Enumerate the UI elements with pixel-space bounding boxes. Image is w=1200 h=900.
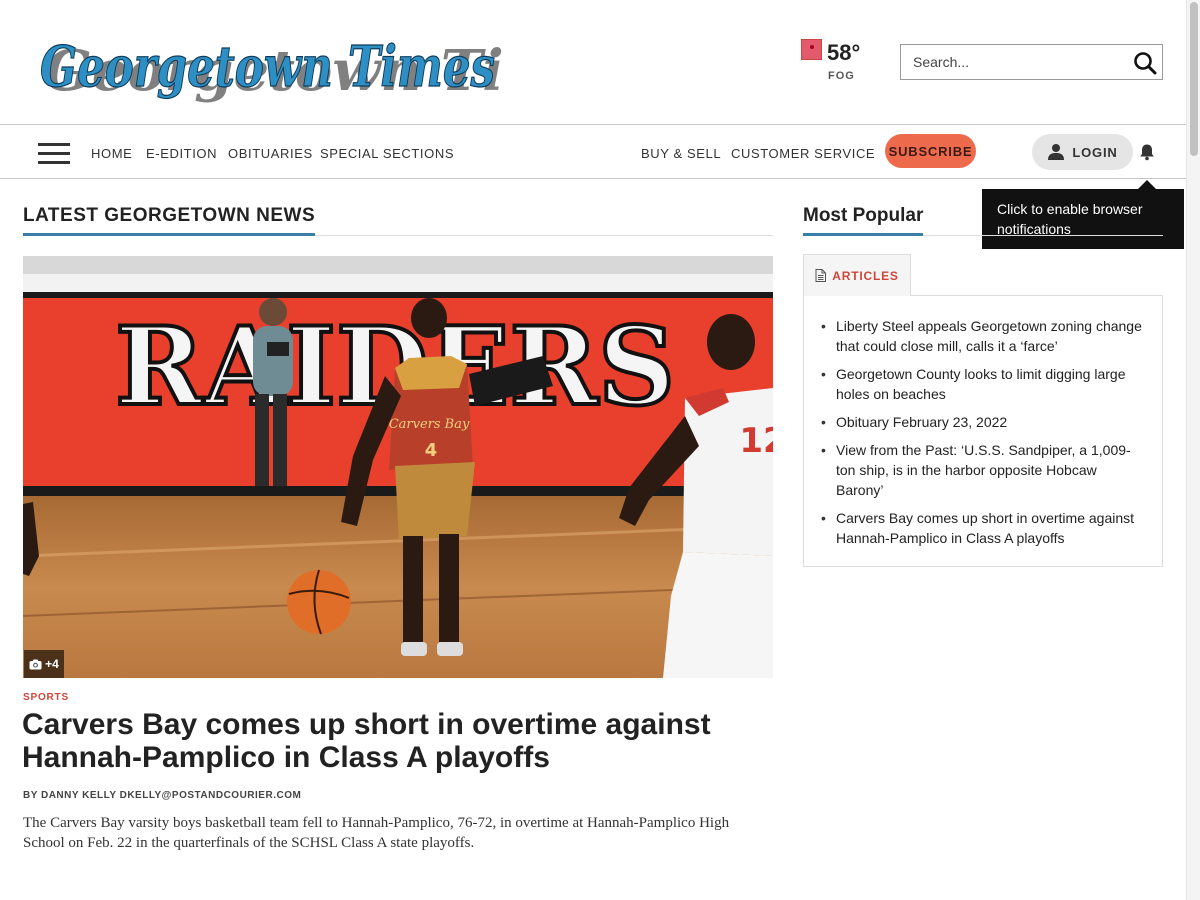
popular-article-link[interactable]: Carvers Bay comes up short in overtime a… [818, 508, 1148, 548]
scrollbar-thumb[interactable] [1190, 2, 1198, 156]
most-popular-header: Most Popular [803, 205, 1163, 236]
photo-count-label: +4 [45, 657, 59, 671]
popular-articles-list: Liberty Steel appeals Georgetown zoning … [818, 316, 1148, 556]
user-icon [1048, 144, 1065, 160]
tab-articles[interactable]: ARTICLES [803, 254, 911, 296]
login-button[interactable]: LOGIN [1032, 134, 1133, 170]
story-byline: BY DANNY KELLY DKELLY@POSTANDCOURIER.COM [23, 790, 302, 801]
story-summary: The Carvers Bay varsity boys basketball … [23, 815, 730, 851]
sidebar-title: Most Popular [803, 205, 924, 236]
svg-text:Georgetown Times: Georgetown Times [40, 34, 495, 100]
photo-gallery-count[interactable]: +4 [24, 650, 64, 678]
popular-article-link[interactable]: View from the Past: ‘U.S.S. Sandpiper, a… [818, 440, 1148, 500]
nav-special-sections[interactable]: SPECIAL SECTIONS [320, 146, 454, 161]
weather-condition: FOG [828, 70, 855, 82]
svg-text:Carvers Bay: Carvers Bay [389, 417, 470, 432]
camera-icon [29, 659, 42, 669]
basketball-photo: RAIDERS Carvers Bay 4 12 [23, 256, 773, 678]
tab-articles-label: ARTICLES [832, 268, 899, 283]
svg-text:12: 12 [739, 421, 773, 461]
story-category[interactable]: SPORTS [23, 692, 69, 703]
nav-customer-service[interactable]: CUSTOMER SERVICE [731, 146, 875, 161]
site-logo[interactable]: Georgetown Times Georgetown Times [39, 30, 630, 110]
search-box [900, 44, 1163, 80]
latest-news-header: LATEST GEORGETOWN NEWS [23, 205, 773, 236]
document-icon [815, 269, 827, 282]
nav-obituaries[interactable]: OBITUARIES [228, 146, 313, 161]
masthead: Georgetown Times Georgetown Times 58° FO… [0, 0, 1186, 124]
weather-temperature: 58° [827, 40, 861, 65]
search-icon[interactable] [1132, 50, 1158, 76]
section-title: LATEST GEORGETOWN NEWS [23, 205, 316, 236]
search-input[interactable] [901, 45, 1126, 79]
subscribe-button[interactable]: SUBSCRIBE [885, 134, 976, 168]
popular-article-link[interactable]: Obituary February 23, 2022 [818, 412, 1148, 432]
nav-e-edition[interactable]: E-EDITION [146, 146, 217, 161]
lead-headline[interactable]: Carvers Bay comes up short in overtime a… [22, 708, 782, 774]
nav-buy-sell[interactable]: BUY & SELL [641, 146, 721, 161]
svg-text:4: 4 [425, 440, 438, 461]
bell-icon[interactable] [1138, 143, 1156, 161]
weather-widget[interactable]: 58° FOG [800, 38, 870, 88]
lead-story-photo[interactable]: RAIDERS Carvers Bay 4 12 [23, 256, 773, 678]
weather-alert-icon [801, 39, 822, 60]
page-scrollbar[interactable] [1186, 0, 1200, 900]
popular-articles-panel: Liberty Steel appeals Georgetown zoning … [803, 295, 1163, 567]
popular-article-link[interactable]: Liberty Steel appeals Georgetown zoning … [818, 316, 1148, 356]
login-label: LOGIN [1072, 144, 1118, 160]
logo-wordmark: Georgetown Times Georgetown Times [39, 33, 630, 104]
main-navigation: HOME E-EDITION OBITUARIES SPECIAL SECTIO… [0, 124, 1186, 179]
popular-article-link[interactable]: Georgetown County looks to limit digging… [818, 364, 1148, 404]
nav-home[interactable]: HOME [91, 146, 132, 161]
menu-icon[interactable] [38, 143, 70, 164]
